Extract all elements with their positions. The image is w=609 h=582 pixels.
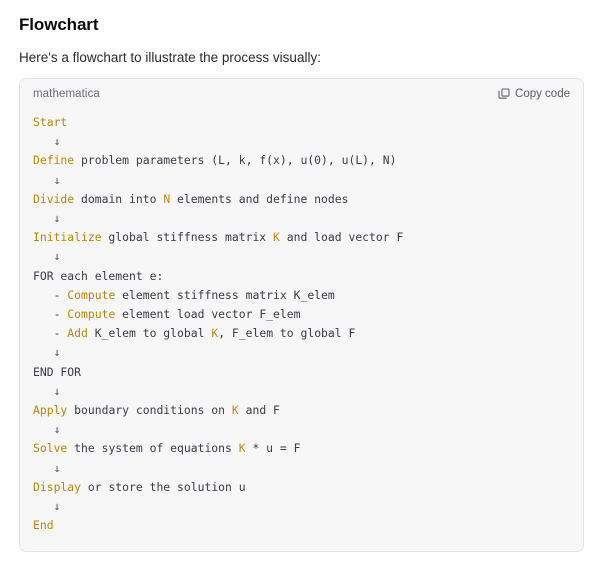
code-token: Add xyxy=(67,326,88,341)
code-token: Start xyxy=(33,115,68,129)
code-token: and F xyxy=(238,403,280,418)
code-line: ↓ xyxy=(33,422,61,437)
code-line: ↓ xyxy=(33,383,61,398)
code-line: - Compute element stiffness matrix K_ele… xyxy=(33,288,335,302)
code-token: and load vector F xyxy=(279,230,404,245)
code-token: Divide xyxy=(33,191,75,206)
code-line: Start xyxy=(33,115,67,129)
code-token: * u = F xyxy=(245,441,301,456)
flow-arrow-glyph: ↓ xyxy=(53,172,61,187)
code-token: boundary conditions on xyxy=(67,403,232,418)
page-root: Flowchart Here's a flowchart to illustra… xyxy=(0,14,609,553)
code-token: Initialize xyxy=(33,230,102,245)
code-token: FOR each element e: xyxy=(33,268,164,283)
code-line: - Compute element load vector F_elem xyxy=(33,307,301,322)
code-token: - xyxy=(53,287,68,302)
copy-code-label: Copy code xyxy=(515,88,570,100)
flow-arrow-glyph: ↓ xyxy=(53,460,61,475)
code-token: Apply xyxy=(33,403,68,418)
code-token: problem parameters (L, k, f(x), u(0), u(… xyxy=(74,153,397,168)
code-line: Define problem parameters (L, k, f(x), u… xyxy=(33,153,396,167)
code-line: End xyxy=(33,518,54,532)
code-token: Solve xyxy=(33,441,68,456)
code-token: Display xyxy=(33,479,82,494)
code-token: Define xyxy=(33,153,75,168)
code-token: domain into xyxy=(74,191,164,206)
code-token: K_elem to global xyxy=(87,326,212,341)
code-token: element load vector F_elem xyxy=(115,307,301,322)
flow-arrow-glyph: ↓ xyxy=(53,249,61,264)
code-token: element stiffness matrix K_elem xyxy=(115,287,335,302)
code-line: ↓ xyxy=(33,249,61,264)
code-line: END FOR xyxy=(33,365,81,379)
flow-arrow-glyph: ↓ xyxy=(53,211,61,226)
code-line: ↓ xyxy=(33,211,61,226)
code-token: End xyxy=(33,518,54,533)
code-token: END FOR xyxy=(33,364,82,379)
code-token: global stiffness matrix xyxy=(101,230,274,245)
code-line: ↓ xyxy=(33,460,61,475)
code-token: or store the solution u xyxy=(81,479,246,494)
code-line: ↓ xyxy=(33,172,61,187)
flow-arrow-glyph: ↓ xyxy=(53,134,61,149)
code-block-body: Start ↓ Define problem parameters (L, k,… xyxy=(20,107,583,552)
code-token: K xyxy=(273,230,280,245)
flow-arrow-glyph: ↓ xyxy=(53,422,61,437)
code-token: Compute xyxy=(67,307,116,322)
code-line: Apply boundary conditions on K and F xyxy=(33,403,280,417)
code-token: the system of equations xyxy=(67,441,239,456)
copy-code-button[interactable]: Copy code xyxy=(498,88,570,100)
code-language-label: mathematica xyxy=(33,88,100,100)
code-line: Initialize global stiffness matrix K and… xyxy=(33,230,403,244)
code-line: Display or store the solution u xyxy=(33,480,246,494)
code-line: Solve the system of equations K * u = F xyxy=(33,441,300,455)
intro-paragraph: Here's a flowchart to illustrate the pro… xyxy=(19,50,321,65)
code-line: ↓ xyxy=(33,499,61,514)
code-line: - Add K_elem to global K, F_elem to glob… xyxy=(33,326,356,341)
code-token: K xyxy=(238,441,246,456)
code-line: ↓ xyxy=(33,134,61,149)
copy-code-icon xyxy=(498,88,510,100)
code-token: K xyxy=(231,403,239,418)
flow-arrow-glyph: ↓ xyxy=(53,383,61,398)
code-token: , F_elem to global F xyxy=(218,326,356,341)
page-title: Flowchart xyxy=(19,15,99,34)
flow-arrow-glyph: ↓ xyxy=(53,345,61,360)
code-line: ↓ xyxy=(33,345,61,360)
code-token: elements and define nodes xyxy=(170,191,349,206)
code-block-header: mathematica Copy code xyxy=(20,79,583,107)
flow-arrow-glyph: ↓ xyxy=(53,499,61,514)
code-content[interactable]: Start ↓ Define problem parameters (L, k,… xyxy=(33,113,570,535)
code-token: Compute xyxy=(67,287,116,302)
code-line: FOR each element e: xyxy=(33,269,163,283)
code-block-card: mathematica Copy code Start ↓ Define pro… xyxy=(19,78,584,553)
code-token: - xyxy=(53,326,68,341)
code-token: - xyxy=(53,307,68,322)
code-line: Divide domain into N elements and define… xyxy=(33,192,348,206)
